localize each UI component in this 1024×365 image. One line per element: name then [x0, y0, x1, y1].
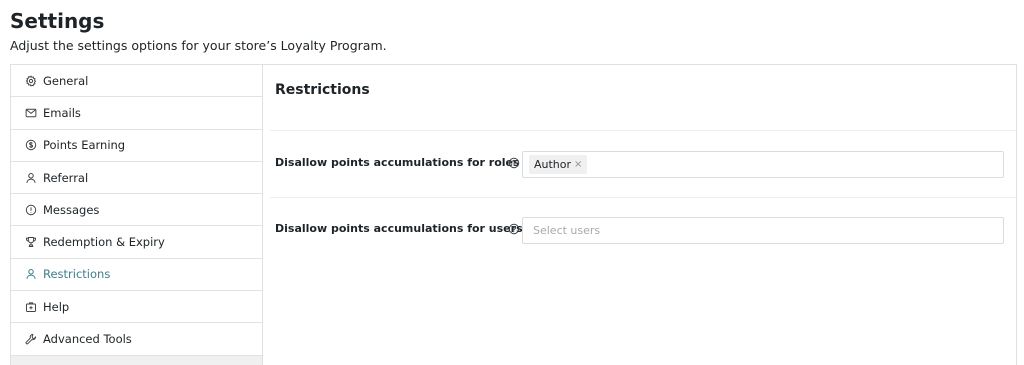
sidebar-item-label: Referral — [43, 170, 89, 185]
user-icon — [25, 268, 37, 280]
sidebar-item-label: Restrictions — [43, 267, 111, 282]
page-subtitle: Adjust the settings options for your sto… — [10, 38, 387, 53]
users-select[interactable] — [522, 217, 1004, 244]
roles-field-label: Disallow points accumulations for roles — [275, 156, 520, 169]
sidebar-item-label: Messages — [43, 202, 100, 217]
info-circle-icon — [25, 204, 37, 216]
lifebuoy-icon — [25, 301, 37, 313]
sidebar-item-restrictions[interactable]: Restrictions — [11, 259, 262, 292]
settings-panel: General Emails Points Earning Referral M… — [10, 64, 1017, 365]
wrench-icon — [25, 333, 37, 345]
trophy-icon — [25, 236, 37, 248]
sidebar-item-emails[interactable]: Emails — [11, 97, 262, 130]
sidebar-item-redemption-expiry[interactable]: Redemption & Expiry — [11, 226, 262, 259]
field-divider — [270, 197, 1016, 198]
restrictions-content: Restrictions Disallow points accumulatio… — [263, 65, 1016, 365]
sidebar-item-label: Advanced Tools — [43, 332, 132, 347]
sidebar-item-label: Points Earning — [43, 138, 126, 153]
tag-remove-icon[interactable]: × — [574, 159, 582, 170]
sidebar-item-label: Help — [43, 299, 70, 314]
sidebar-item-help[interactable]: Help — [11, 291, 262, 324]
page-title: Settings — [10, 9, 105, 33]
sidebar-item-advanced-tools[interactable]: Advanced Tools — [11, 323, 262, 356]
selected-role-tag: Author × — [529, 155, 588, 174]
user-icon — [25, 172, 37, 184]
section-divider — [270, 130, 1016, 131]
sidebar-item-points-earning[interactable]: Points Earning — [11, 130, 262, 162]
sidebar-item-general[interactable]: General — [11, 65, 262, 98]
help-icon[interactable] — [508, 220, 520, 235]
sidebar-item-label: Redemption & Expiry — [43, 235, 165, 250]
dollar-circle-icon — [25, 139, 37, 151]
sidebar-item-referral[interactable]: Referral — [11, 162, 262, 195]
users-search-input[interactable] — [529, 224, 1003, 237]
section-title: Restrictions — [275, 82, 370, 98]
sidebar-item-label: General — [43, 73, 89, 88]
roles-select[interactable]: Author × — [522, 151, 1004, 178]
tag-label: Author — [534, 158, 572, 171]
envelope-icon — [25, 107, 37, 119]
help-icon[interactable] — [508, 154, 520, 169]
users-field-label: Disallow points accumulations for users — [275, 222, 523, 235]
sidebar-item-label: Emails — [43, 105, 81, 120]
sidebar-footer — [11, 355, 262, 365]
gear-icon — [25, 74, 37, 87]
settings-sidebar: General Emails Points Earning Referral M… — [11, 65, 263, 365]
sidebar-item-messages[interactable]: Messages — [11, 194, 262, 227]
